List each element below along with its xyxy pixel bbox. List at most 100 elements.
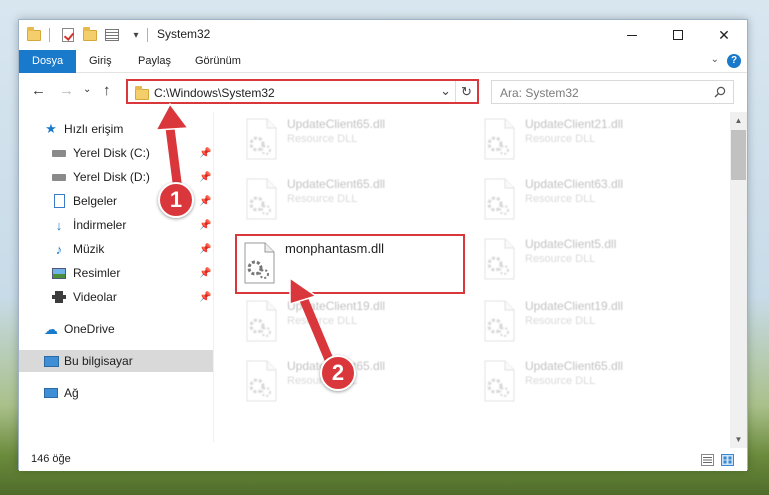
network-icon bbox=[43, 386, 59, 400]
pin-icon[interactable]: 📌 bbox=[199, 292, 211, 303]
up-button[interactable]: ↑ bbox=[103, 82, 111, 99]
dll-file-icon bbox=[246, 300, 277, 342]
minimize-button[interactable] bbox=[609, 20, 655, 50]
ribbon-expand-icon[interactable]: ⌄ bbox=[711, 54, 719, 65]
address-path: C:\Windows\System32 bbox=[154, 86, 275, 100]
large-icons-view-icon[interactable] bbox=[721, 454, 734, 466]
file-tile[interactable]: UpdateClient65.dll Resource DLL bbox=[239, 172, 465, 228]
sidebar-item-pictures[interactable]: Resimler 📌 bbox=[19, 262, 213, 284]
file-name: UpdateClient65.dll bbox=[287, 117, 386, 131]
video-icon bbox=[51, 290, 67, 304]
sidebar-item-local-disk-c[interactable]: Yerel Disk (C:) 📌 bbox=[19, 142, 213, 164]
pin-icon[interactable]: 📌 bbox=[199, 172, 211, 183]
new-folder-icon[interactable] bbox=[81, 26, 99, 44]
music-icon: ♪ bbox=[55, 241, 63, 257]
divider bbox=[147, 28, 148, 42]
scroll-thumb[interactable] bbox=[731, 130, 746, 180]
file-tile[interactable]: UpdateClient65.dll Resource DLL bbox=[239, 112, 465, 168]
file-name: monphantasm.dll bbox=[285, 241, 384, 256]
sidebar-item-music[interactable]: ♪ Müzik 📌 bbox=[19, 238, 213, 260]
explorer-window: ▾ System32 ✕ Dosya Giriş Paylaş Görünüm … bbox=[18, 19, 748, 471]
tab-paylas[interactable]: Paylaş bbox=[138, 50, 171, 73]
file-type: Resource DLL bbox=[287, 315, 358, 327]
help-icon[interactable]: ? bbox=[727, 54, 741, 68]
properties-icon[interactable] bbox=[103, 26, 121, 44]
file-type: Resource DLL bbox=[525, 253, 596, 265]
dll-file-icon bbox=[484, 178, 515, 220]
back-button[interactable]: ← bbox=[31, 82, 46, 99]
file-tile[interactable]: UpdateClient5.dll Resource DLL bbox=[477, 232, 703, 288]
file-list: UpdateClient65.dll Resource DLL UpdateCl… bbox=[219, 112, 729, 448]
navigation-bar: ← → ⌄ ↑ C:\Windows\System32 ⌄ ↻ Ara: Sys… bbox=[19, 74, 747, 110]
file-type: Resource DLL bbox=[525, 133, 596, 145]
file-tile[interactable]: UpdateClient21.dll Resource DLL bbox=[477, 112, 703, 168]
file-tile[interactable]: UpdateClient19.dll Resource DLL bbox=[239, 294, 465, 350]
refresh-button[interactable]: ↻ bbox=[455, 81, 477, 102]
maximize-icon bbox=[673, 30, 683, 40]
sidebar-item-onedrive[interactable]: ☁ OneDrive bbox=[19, 318, 213, 340]
recent-locations-icon[interactable]: ⌄ bbox=[83, 84, 91, 95]
pin-icon[interactable]: 📌 bbox=[199, 148, 211, 159]
search-box[interactable]: Ara: System32 bbox=[491, 80, 734, 104]
file-tile-monphantasm[interactable]: monphantasm.dll bbox=[235, 234, 465, 294]
sidebar-item-this-pc[interactable]: Bu bilgisayar bbox=[19, 350, 213, 372]
sidebar-item-videos[interactable]: Videolar 📌 bbox=[19, 286, 213, 308]
tab-dosya[interactable]: Dosya bbox=[19, 50, 77, 73]
dll-file-icon bbox=[484, 360, 515, 402]
close-icon: ✕ bbox=[718, 26, 730, 43]
address-dropdown-icon[interactable]: ⌄ bbox=[440, 83, 451, 99]
title-bar: ▾ System32 ✕ bbox=[19, 20, 747, 50]
vertical-scrollbar[interactable]: ▲ ▼ bbox=[730, 112, 747, 448]
forward-button[interactable]: → bbox=[59, 82, 74, 99]
pane-divider bbox=[213, 112, 214, 442]
tab-gorunum[interactable]: Görünüm bbox=[195, 50, 241, 73]
file-tile[interactable]: UpdateClient19.dll Resource DLL bbox=[477, 294, 703, 350]
drive-icon bbox=[51, 170, 67, 184]
dll-file-icon bbox=[246, 178, 277, 220]
pin-icon[interactable]: 📌 bbox=[199, 268, 211, 279]
file-name: UpdateClient19.dll bbox=[525, 299, 624, 313]
file-name: UpdateClient63.dll bbox=[525, 177, 624, 191]
file-type: Resource DLL bbox=[525, 375, 596, 387]
ribbon-tabs: Dosya Giriş Paylaş Görünüm ⌄ ? bbox=[19, 50, 747, 73]
step-2-badge: 2 bbox=[320, 355, 356, 391]
properties-check-icon[interactable] bbox=[59, 26, 77, 44]
dll-file-icon bbox=[484, 300, 515, 342]
file-name: UpdateClient65.dll bbox=[525, 359, 624, 373]
scroll-down-icon[interactable]: ▼ bbox=[730, 431, 747, 448]
download-icon: ↓ bbox=[55, 217, 63, 233]
step-1-badge: 1 bbox=[158, 182, 194, 218]
details-view-icon[interactable] bbox=[701, 454, 714, 466]
pin-icon[interactable]: 📌 bbox=[199, 220, 211, 231]
search-icon bbox=[714, 86, 726, 98]
maximize-button[interactable] bbox=[655, 20, 701, 50]
quick-access-dropdown-icon[interactable]: ▾ bbox=[127, 26, 145, 44]
tab-giris[interactable]: Giriş bbox=[89, 50, 112, 73]
file-type: Resource DLL bbox=[287, 133, 358, 145]
divider bbox=[49, 28, 50, 42]
navigation-pane: ★ Hızlı erişim Yerel Disk (C:) 📌 Yerel D… bbox=[19, 112, 213, 442]
file-tile[interactable]: UpdateClient63.dll Resource DLL bbox=[477, 172, 703, 228]
window-title: System32 bbox=[157, 27, 211, 41]
pin-icon[interactable]: 📌 bbox=[199, 244, 211, 255]
scroll-up-icon[interactable]: ▲ bbox=[730, 112, 747, 129]
folder-icon bbox=[25, 26, 43, 44]
dll-file-icon bbox=[484, 118, 515, 160]
close-button[interactable]: ✕ bbox=[701, 20, 747, 50]
pin-icon[interactable]: 📌 bbox=[199, 196, 211, 207]
file-name: UpdateClient21.dll bbox=[525, 117, 624, 131]
status-bar: 146 öğe bbox=[19, 450, 747, 471]
file-type: Resource DLL bbox=[287, 193, 358, 205]
address-bar[interactable]: C:\Windows\System32 ⌄ ↻ bbox=[126, 79, 479, 104]
file-name: UpdateClient65.dll bbox=[287, 177, 386, 191]
sidebar-item-downloads[interactable]: ↓ İndirmeler 📌 bbox=[19, 214, 213, 236]
star-icon: ★ bbox=[45, 121, 57, 136]
computer-icon bbox=[43, 354, 59, 368]
sidebar-item-quick-access[interactable]: ★ Hızlı erişim bbox=[19, 118, 213, 140]
item-count: 146 öğe bbox=[31, 453, 71, 465]
cloud-icon: ☁ bbox=[44, 320, 58, 337]
refresh-icon: ↻ bbox=[461, 84, 472, 99]
file-tile[interactable]: UpdateClient65.dll Resource DLL bbox=[477, 354, 703, 410]
sidebar-item-network[interactable]: Ağ bbox=[19, 382, 213, 404]
search-input[interactable]: Ara: System32 bbox=[500, 86, 579, 100]
